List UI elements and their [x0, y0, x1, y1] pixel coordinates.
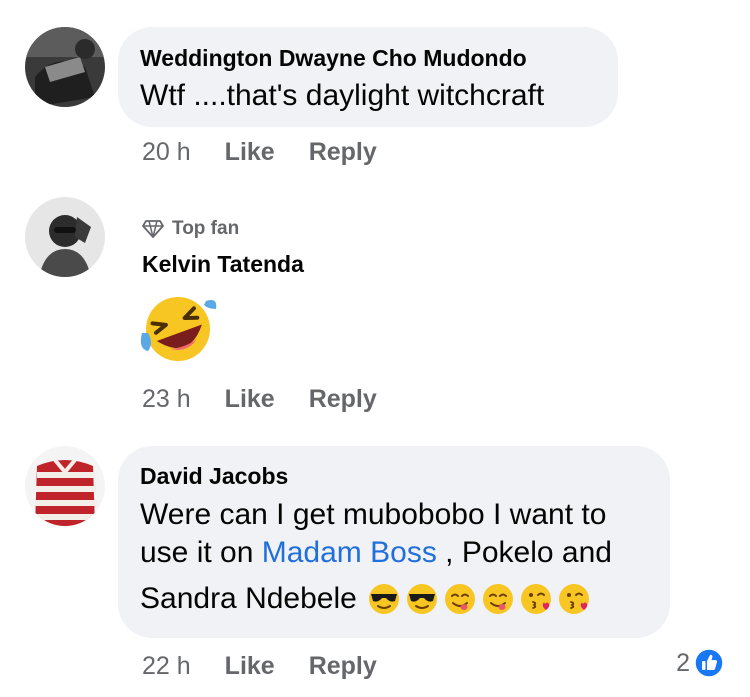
avatar-weddington[interactable] — [25, 27, 105, 107]
diamond-icon — [142, 220, 164, 238]
like-button[interactable]: Like — [225, 138, 275, 167]
comment-bubble: Weddington Dwayne Cho Mudondo Wtf ....th… — [118, 27, 618, 127]
kissing-heart-face-icon — [520, 584, 551, 614]
kissing-heart-face-icon — [558, 584, 589, 614]
comment-time[interactable]: 20 h — [142, 138, 191, 167]
comment-text-line-2: use it on Madam Boss , Pokelo and — [140, 536, 612, 570]
comment-actions: 22 h Like Reply — [142, 652, 377, 681]
reply-button[interactable]: Reply — [309, 138, 377, 167]
comment-actions: 23 h Like Reply — [142, 385, 377, 414]
comment-time[interactable]: 22 h — [142, 652, 191, 681]
yum-face-icon — [482, 584, 513, 614]
reply-button[interactable]: Reply — [309, 652, 377, 681]
reply-button[interactable]: Reply — [309, 385, 377, 414]
top-fan-label: Top fan — [172, 218, 240, 239]
comment-author[interactable]: Weddington Dwayne Cho Mudondo — [140, 45, 527, 72]
comment-bubble: David Jacobs Were can I get mubobobo I w… — [118, 446, 670, 638]
comment-author[interactable]: David Jacobs — [140, 463, 288, 490]
comment-text: , Pokelo and — [436, 536, 612, 569]
like-button[interactable]: Like — [225, 652, 275, 681]
reaction-summary[interactable]: 2 — [676, 648, 724, 678]
comment-actions: 20 h Like Reply — [142, 138, 377, 167]
comment-text: Sandra Ndebele — [140, 582, 357, 615]
comment-time[interactable]: 23 h — [142, 385, 191, 414]
comment-text-line-3: Sandra Ndebele — [140, 582, 591, 616]
reaction-count: 2 — [676, 648, 690, 677]
like-button[interactable]: Like — [225, 385, 275, 414]
comment-text: use it on — [140, 536, 262, 569]
avatar-david[interactable] — [25, 446, 105, 526]
avatar-kelvin[interactable] — [25, 197, 105, 277]
mention-link[interactable]: Madam Boss — [262, 536, 437, 569]
laughing-sticker-icon — [138, 293, 218, 370]
sunglasses-face-icon — [406, 584, 437, 614]
comment-author[interactable]: Kelvin Tatenda — [142, 251, 304, 278]
sunglasses-face-icon — [368, 584, 399, 614]
yum-face-icon — [444, 584, 475, 614]
top-fan-badge: Top fan — [142, 218, 239, 240]
thumbs-up-icon — [694, 648, 724, 678]
comment-text: Wtf ....that's daylight witchcraft — [140, 79, 545, 112]
comment-text-line-1: Were can I get mubobobo I want to — [140, 498, 607, 531]
